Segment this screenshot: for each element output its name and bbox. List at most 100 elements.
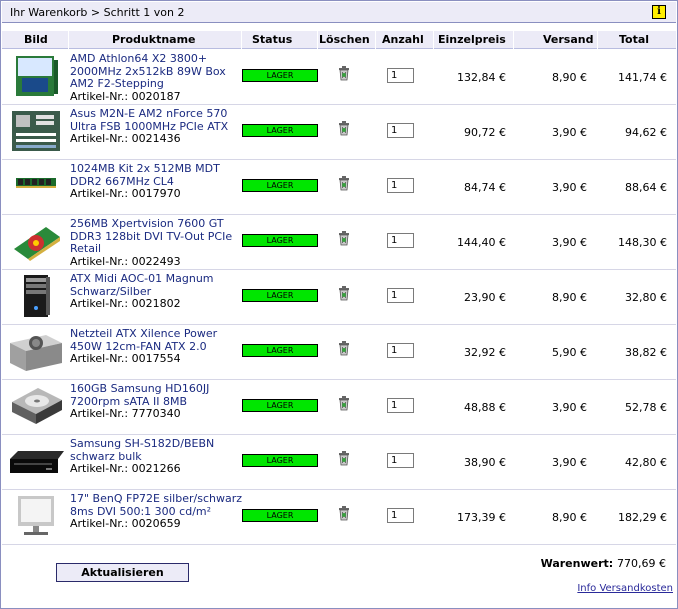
product-image[interactable] <box>8 54 64 98</box>
product-name[interactable]: 256MB Xpertvision 7600 GT DDR3 128bit DV… <box>70 217 242 268</box>
cart-row: ATX Midi AOC-01 Magnum Schwarz/Silber Art… <box>2 270 676 325</box>
product-name[interactable]: AMD Athlon64 X2 3800+ 2000MHz 2x512kB 89… <box>70 52 242 103</box>
trash-icon[interactable] <box>336 395 352 411</box>
stock-status-badge: LAGER <box>242 454 318 467</box>
warenwert-value: 770,69 € <box>617 557 666 570</box>
cart-row: Netzteil ATX Xilence Power 450W 12cm-FAN… <box>2 325 676 380</box>
update-button[interactable]: Aktualisieren <box>56 563 189 582</box>
col-status: Status <box>252 33 293 46</box>
trash-icon[interactable] <box>336 175 352 191</box>
cart-row: 160GB Samsung HD160JJ 7200rpm sATA II 8M… <box>2 380 676 435</box>
quantity-input[interactable]: 1 <box>387 398 414 413</box>
stock-status-badge: LAGER <box>242 69 318 82</box>
product-image[interactable] <box>8 164 64 208</box>
col-bild: Bild <box>24 33 48 46</box>
row-total: 141,74 € <box>618 71 667 84</box>
product-image[interactable] <box>8 494 64 538</box>
article-number: Artikel-Nr.: 0020187 <box>70 89 181 103</box>
warenwert-label: Warenwert: <box>540 557 614 570</box>
stock-status-badge: LAGER <box>242 289 318 302</box>
unit-price: 90,72 € <box>464 126 506 139</box>
unit-price: 38,90 € <box>464 456 506 469</box>
product-name[interactable]: 1024MB Kit 2x 512MB MDT DDR2 667MHz CL4 A… <box>70 162 242 201</box>
product-name[interactable]: Samsung SH-S182D/BEBN schwarz bulk Artike… <box>70 437 242 476</box>
trash-icon[interactable] <box>336 450 352 466</box>
row-total: 148,30 € <box>618 236 667 249</box>
stock-status-badge: LAGER <box>242 124 318 137</box>
article-number: Artikel-Nr.: 0021266 <box>70 462 181 475</box>
stock-status-badge: LAGER <box>242 509 318 522</box>
cart-row: Samsung SH-S182D/BEBN schwarz bulk Artike… <box>2 435 676 490</box>
stock-status-badge: LAGER <box>242 234 318 247</box>
quantity-input[interactable]: 1 <box>387 233 414 248</box>
row-total: 94,62 € <box>625 126 667 139</box>
trash-icon[interactable] <box>336 505 352 521</box>
cart-row: AMD Athlon64 X2 3800+ 2000MHz 2x512kB 89… <box>2 50 676 105</box>
article-number: Artikel-Nr.: 0017970 <box>70 187 181 200</box>
product-image[interactable] <box>8 274 64 318</box>
unit-price: 32,92 € <box>464 346 506 359</box>
row-total: 182,29 € <box>618 511 667 524</box>
table-header: Bild Produktname Status Löschen Anzahl E… <box>2 31 676 49</box>
article-number: Artikel-Nr.: 0020659 <box>70 517 181 530</box>
quantity-input[interactable]: 1 <box>387 123 414 138</box>
article-number: Artikel-Nr.: 0021436 <box>70 132 181 145</box>
product-image[interactable] <box>8 439 64 483</box>
info-icon[interactable]: i <box>652 5 666 19</box>
product-name[interactable]: 17" BenQ FP72E silber/schwarz 8ms DVI 50… <box>70 492 242 531</box>
unit-price: 48,88 € <box>464 401 506 414</box>
col-einzelpreis: Einzelpreis <box>438 33 506 46</box>
quantity-input[interactable]: 1 <box>387 343 414 358</box>
trash-icon[interactable] <box>336 285 352 301</box>
product-image[interactable] <box>8 219 64 263</box>
title-bar: Ihr Warenkorb > Schritt 1 von 2 i <box>2 2 676 23</box>
product-image[interactable] <box>8 109 64 153</box>
row-total: 52,78 € <box>625 401 667 414</box>
shipping-cost: 5,90 € <box>552 346 587 359</box>
shipping-info-link[interactable]: Info Versandkosten <box>577 583 673 594</box>
unit-price: 132,84 € <box>457 71 506 84</box>
row-total: 88,64 € <box>625 181 667 194</box>
unit-price: 23,90 € <box>464 291 506 304</box>
row-total: 42,80 € <box>625 456 667 469</box>
product-name[interactable]: Asus M2N-E AM2 nForce 570 Ultra FSB 1000… <box>70 107 242 146</box>
stock-status-badge: LAGER <box>242 399 318 412</box>
shipping-cost: 3,90 € <box>552 456 587 469</box>
trash-icon[interactable] <box>336 120 352 136</box>
col-anzahl: Anzahl <box>382 33 424 46</box>
product-name[interactable]: ATX Midi AOC-01 Magnum Schwarz/Silber Art… <box>70 272 242 311</box>
col-loeschen: Löschen <box>319 33 370 46</box>
col-total: Total <box>619 33 650 46</box>
trash-icon[interactable] <box>336 340 352 356</box>
quantity-input[interactable]: 1 <box>387 288 414 303</box>
row-total: 32,80 € <box>625 291 667 304</box>
shipping-cost: 3,90 € <box>552 401 587 414</box>
shipping-cost: 8,90 € <box>552 291 587 304</box>
product-image[interactable] <box>8 329 64 373</box>
col-produktname: Produktname <box>112 33 196 46</box>
cart-row: 256MB Xpertvision 7600 GT DDR3 128bit DV… <box>2 215 676 270</box>
cart-panel: Ihr Warenkorb > Schritt 1 von 2 i Bild P… <box>0 0 678 609</box>
cart-total: Warenwert: 770,69 € <box>541 557 666 570</box>
trash-icon[interactable] <box>336 65 352 81</box>
quantity-input[interactable]: 1 <box>387 178 414 193</box>
shipping-cost: 3,90 € <box>552 236 587 249</box>
col-versand: Versand <box>543 33 594 46</box>
shipping-cost: 3,90 € <box>552 181 587 194</box>
breadcrumb: Ihr Warenkorb > Schritt 1 von 2 <box>10 6 185 19</box>
quantity-input[interactable]: 1 <box>387 68 414 83</box>
stock-status-badge: LAGER <box>242 344 318 357</box>
unit-price: 173,39 € <box>457 511 506 524</box>
quantity-input[interactable]: 1 <box>387 508 414 523</box>
product-name[interactable]: 160GB Samsung HD160JJ 7200rpm sATA II 8M… <box>70 382 242 421</box>
product-image[interactable] <box>8 384 64 428</box>
cart-row: 1024MB Kit 2x 512MB MDT DDR2 667MHz CL4 A… <box>2 160 676 215</box>
shipping-cost: 8,90 € <box>552 511 587 524</box>
row-total: 38,82 € <box>625 346 667 359</box>
article-number: Artikel-Nr.: 7770340 <box>70 407 181 420</box>
product-name[interactable]: Netzteil ATX Xilence Power 450W 12cm-FAN… <box>70 327 242 366</box>
quantity-input[interactable]: 1 <box>387 453 414 468</box>
article-number: Artikel-Nr.: 0017554 <box>70 352 181 365</box>
trash-icon[interactable] <box>336 230 352 246</box>
cart-row: 17" BenQ FP72E silber/schwarz 8ms DVI 50… <box>2 490 676 545</box>
